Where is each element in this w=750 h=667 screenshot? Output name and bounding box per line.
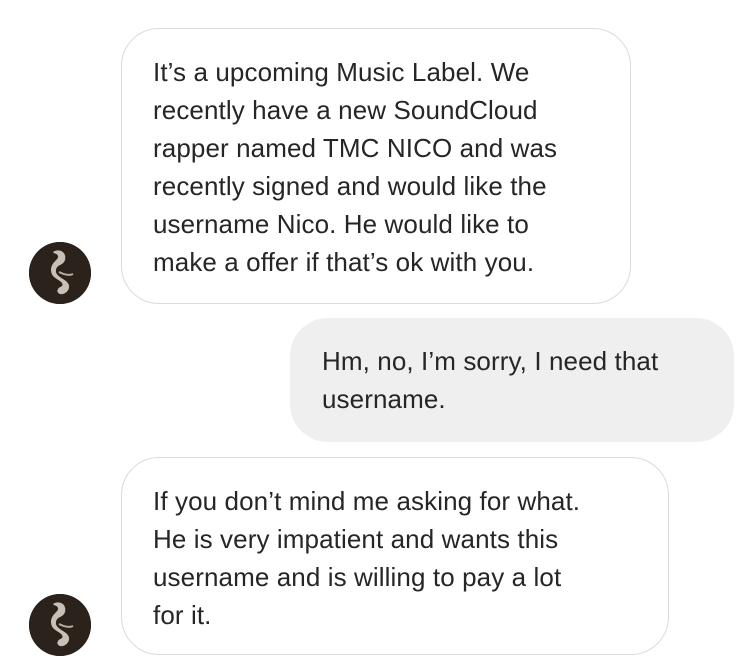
incoming-message-bubble[interactable]: It’s a upcoming Music Label. We recently… <box>121 28 631 304</box>
message-text-line: make a offer if that’s ok with you. <box>153 247 535 277</box>
sender-avatar-icon[interactable] <box>29 242 91 304</box>
avatar-photo-icon <box>29 242 91 304</box>
message-text-line: rapper named TMC NICO and was <box>153 133 558 163</box>
message-text-line: Hm, no, I’m sorry, I need that <box>322 346 659 376</box>
sender-avatar-icon[interactable] <box>29 594 91 656</box>
message-text-line: username Nico. He would like to <box>153 209 529 239</box>
outgoing-message-bubble[interactable]: Hm, no, I’m sorry, I need that username. <box>290 318 734 442</box>
message-text-line: He is very impatient and wants this <box>153 524 559 554</box>
avatar-photo-icon <box>29 594 91 656</box>
message-text-line: username. <box>322 384 446 414</box>
message-text-line: If you don’t mind me asking for what. <box>153 486 581 516</box>
message-text-line: recently have a new SoundCloud <box>153 95 538 125</box>
message-text-line: recently signed and would like the <box>153 171 547 201</box>
message-text-line: username and is willing to pay a lot <box>153 562 562 592</box>
message-thread: It’s a upcoming Music Label. We recently… <box>0 0 750 667</box>
message-text-line: It’s a upcoming Music Label. We <box>153 57 530 87</box>
incoming-message-bubble[interactable]: If you don’t mind me asking for what. He… <box>121 457 669 655</box>
message-text-line: for it. <box>153 600 212 630</box>
